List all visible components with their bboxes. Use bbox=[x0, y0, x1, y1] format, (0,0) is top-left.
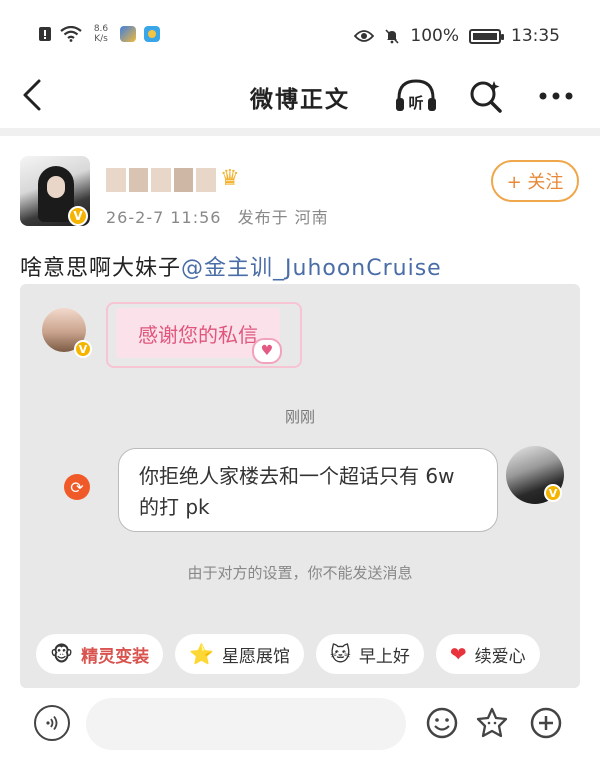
voice-wave-icon bbox=[46, 715, 58, 731]
heart-sticker-icon: ♥ bbox=[252, 338, 282, 364]
receiver-verified-icon: V bbox=[544, 484, 562, 502]
search-button[interactable] bbox=[464, 76, 508, 116]
net-speed-unit: K/s bbox=[94, 34, 108, 44]
wifi-icon bbox=[60, 26, 82, 42]
message-line-1: 你拒绝人家楼去和一个超话只有 6w bbox=[139, 464, 455, 488]
follow-button[interactable]: + 关注 bbox=[491, 160, 579, 202]
status-left: 8.6 K/s bbox=[38, 24, 160, 44]
eye-comfort-icon bbox=[354, 30, 375, 42]
section-divider bbox=[0, 128, 600, 136]
chip-star-wish: ⭐ 星愿展馆 bbox=[175, 634, 305, 674]
sim-alert-icon bbox=[39, 27, 51, 41]
message-line-2: 的打 pk bbox=[139, 495, 210, 519]
chip-label: 续爱心 bbox=[474, 646, 526, 667]
app-notification-icon bbox=[120, 26, 136, 42]
search-sparkle-icon bbox=[470, 81, 502, 113]
mention-link[interactable]: @金主训_JuhoonCruise bbox=[181, 256, 442, 281]
post-image[interactable]: V 感谢您的私信 ♥ 刚刚 ⟳ 你拒绝人家楼去和一个超话只有 6w 的打 pk … bbox=[20, 284, 580, 688]
chip-label: 精灵变装 bbox=[81, 646, 150, 667]
plus-circle-icon bbox=[530, 707, 562, 739]
status-right: 100% 13:35 bbox=[354, 26, 560, 46]
add-button[interactable] bbox=[528, 705, 564, 741]
listen-label: 听 bbox=[408, 94, 423, 112]
more-dots-icon bbox=[539, 92, 573, 100]
app-notification-icon-2 bbox=[144, 26, 160, 42]
listen-button[interactable]: 听 bbox=[394, 76, 438, 116]
chip-label: 早上好 bbox=[358, 646, 410, 667]
crown-badge-icon: ♛ bbox=[220, 166, 240, 191]
nav-bar: 微博正文 听 bbox=[0, 70, 600, 122]
quick-chips: 🐵 精灵变装 ⭐ 星愿展馆 🐱 早上好 ❤ 续爱心 bbox=[36, 634, 540, 674]
avatar-face bbox=[47, 176, 65, 198]
mute-bell-icon bbox=[385, 29, 399, 44]
heart-icon: ❤ bbox=[449, 642, 467, 666]
voice-button[interactable] bbox=[34, 705, 70, 741]
verified-badge-icon: V bbox=[68, 206, 88, 226]
chip-renew-love: ❤ 续爱心 bbox=[435, 634, 540, 674]
sent-message-bubble: 你拒绝人家楼去和一个超话只有 6w 的打 pk bbox=[118, 448, 498, 532]
post-location: 发布于 河南 bbox=[237, 208, 329, 227]
chip-elf-dressup: 🐵 精灵变装 bbox=[36, 634, 164, 674]
star-icon: ⭐ bbox=[189, 642, 215, 666]
net-speed-value: 8.6 bbox=[93, 24, 109, 34]
clock: 13:35 bbox=[511, 26, 560, 46]
post-text: 啥意思啊大妹子@金主训_JuhoonCruise bbox=[20, 250, 442, 282]
sticker-button[interactable] bbox=[474, 705, 510, 741]
chip-label: 星愿展馆 bbox=[222, 646, 291, 667]
comment-input[interactable] bbox=[86, 698, 406, 750]
more-button[interactable] bbox=[534, 76, 578, 116]
sender-verified-icon: V bbox=[74, 340, 92, 358]
post-meta: 26-2-7 11:56 发布于 河南 bbox=[106, 204, 329, 228]
cannot-send-notice: 由于对方的设置，你不能发送消息 bbox=[187, 564, 413, 582]
status-bar: 8.6 K/s 100% 13:35 bbox=[0, 0, 600, 70]
nav-actions: 听 bbox=[394, 76, 578, 116]
battery-icon bbox=[469, 28, 504, 44]
post-body: 啥意思啊大妹子 bbox=[20, 256, 182, 281]
post-timestamp: 26-2-7 11:56 bbox=[106, 208, 222, 227]
monkey-icon: 🐵 bbox=[50, 642, 74, 666]
star-face-icon bbox=[476, 707, 508, 738]
comment-bar bbox=[0, 694, 600, 756]
battery-percent: 100% bbox=[410, 26, 459, 46]
net-speed: 8.6 K/s bbox=[90, 24, 112, 44]
chip-good-morning: 🐱 早上好 bbox=[316, 634, 424, 674]
emoji-button[interactable] bbox=[424, 705, 460, 741]
headphone-listen-icon: 听 bbox=[396, 79, 436, 112]
author-name-blurred[interactable] bbox=[106, 168, 216, 192]
chat-time: 刚刚 bbox=[284, 408, 315, 426]
cat-icon: 🐱 bbox=[330, 642, 351, 666]
smiley-icon bbox=[426, 707, 458, 739]
resend-icon: ⟳ bbox=[64, 474, 90, 500]
